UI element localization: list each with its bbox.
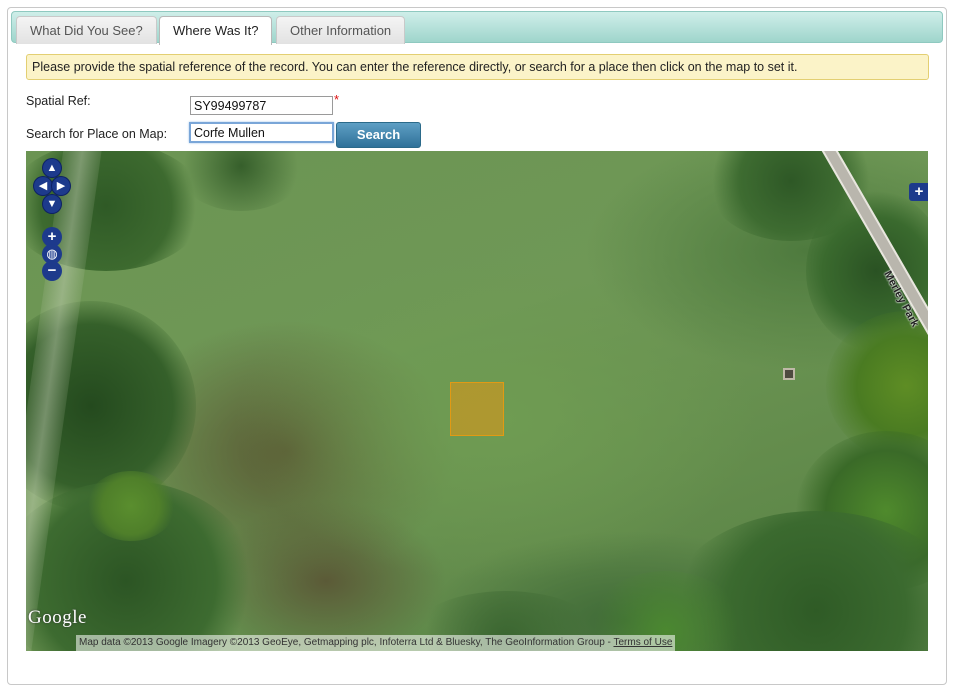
pan-left-icon[interactable]: ◀ <box>34 177 52 195</box>
zoom-out-icon[interactable]: − <box>42 261 62 281</box>
grid-square-marker <box>450 382 504 436</box>
tab-where-was-it[interactable]: Where Was It? <box>159 16 273 45</box>
spatial-ref-input[interactable] <box>190 96 333 115</box>
search-place-label: Search for Place on Map: <box>26 127 168 141</box>
layer-switcher-icon[interactable]: + <box>909 183 928 201</box>
pan-right-icon[interactable]: ▶ <box>52 177 70 195</box>
pan-down-icon[interactable]: ▼ <box>43 195 61 213</box>
google-logo: Google <box>28 607 87 628</box>
tree-cluster <box>86 471 176 541</box>
map-attribution: Map data ©2013 Google Imagery ©2013 GeoE… <box>76 635 676 651</box>
tab-other-information[interactable]: Other Information <box>276 16 406 44</box>
place-search-input[interactable] <box>189 122 334 143</box>
required-marker: * <box>334 92 340 107</box>
search-button[interactable]: Search <box>336 122 421 148</box>
structure <box>783 368 795 380</box>
attribution-text: Map data ©2013 Google Imagery ©2013 GeoE… <box>79 637 614 648</box>
pan-up-icon[interactable]: ▲ <box>43 159 61 177</box>
tab-what-did-you-see[interactable]: What Did You See? <box>16 16 157 44</box>
spatial-ref-label: Spatial Ref: <box>26 94 91 108</box>
tab-bar: What Did You See? Where Was It? Other In… <box>11 11 943 45</box>
terms-of-use-link[interactable]: Terms of Use <box>613 637 672 648</box>
satellite-map[interactable]: Merley Park ▲ ◀ ▶ ▼ + ◍ − + Google Map d… <box>26 151 928 651</box>
form-panel: What Did You See? Where Was It? Other In… <box>7 7 947 685</box>
instruction-notice: Please provide the spatial reference of … <box>26 54 929 80</box>
